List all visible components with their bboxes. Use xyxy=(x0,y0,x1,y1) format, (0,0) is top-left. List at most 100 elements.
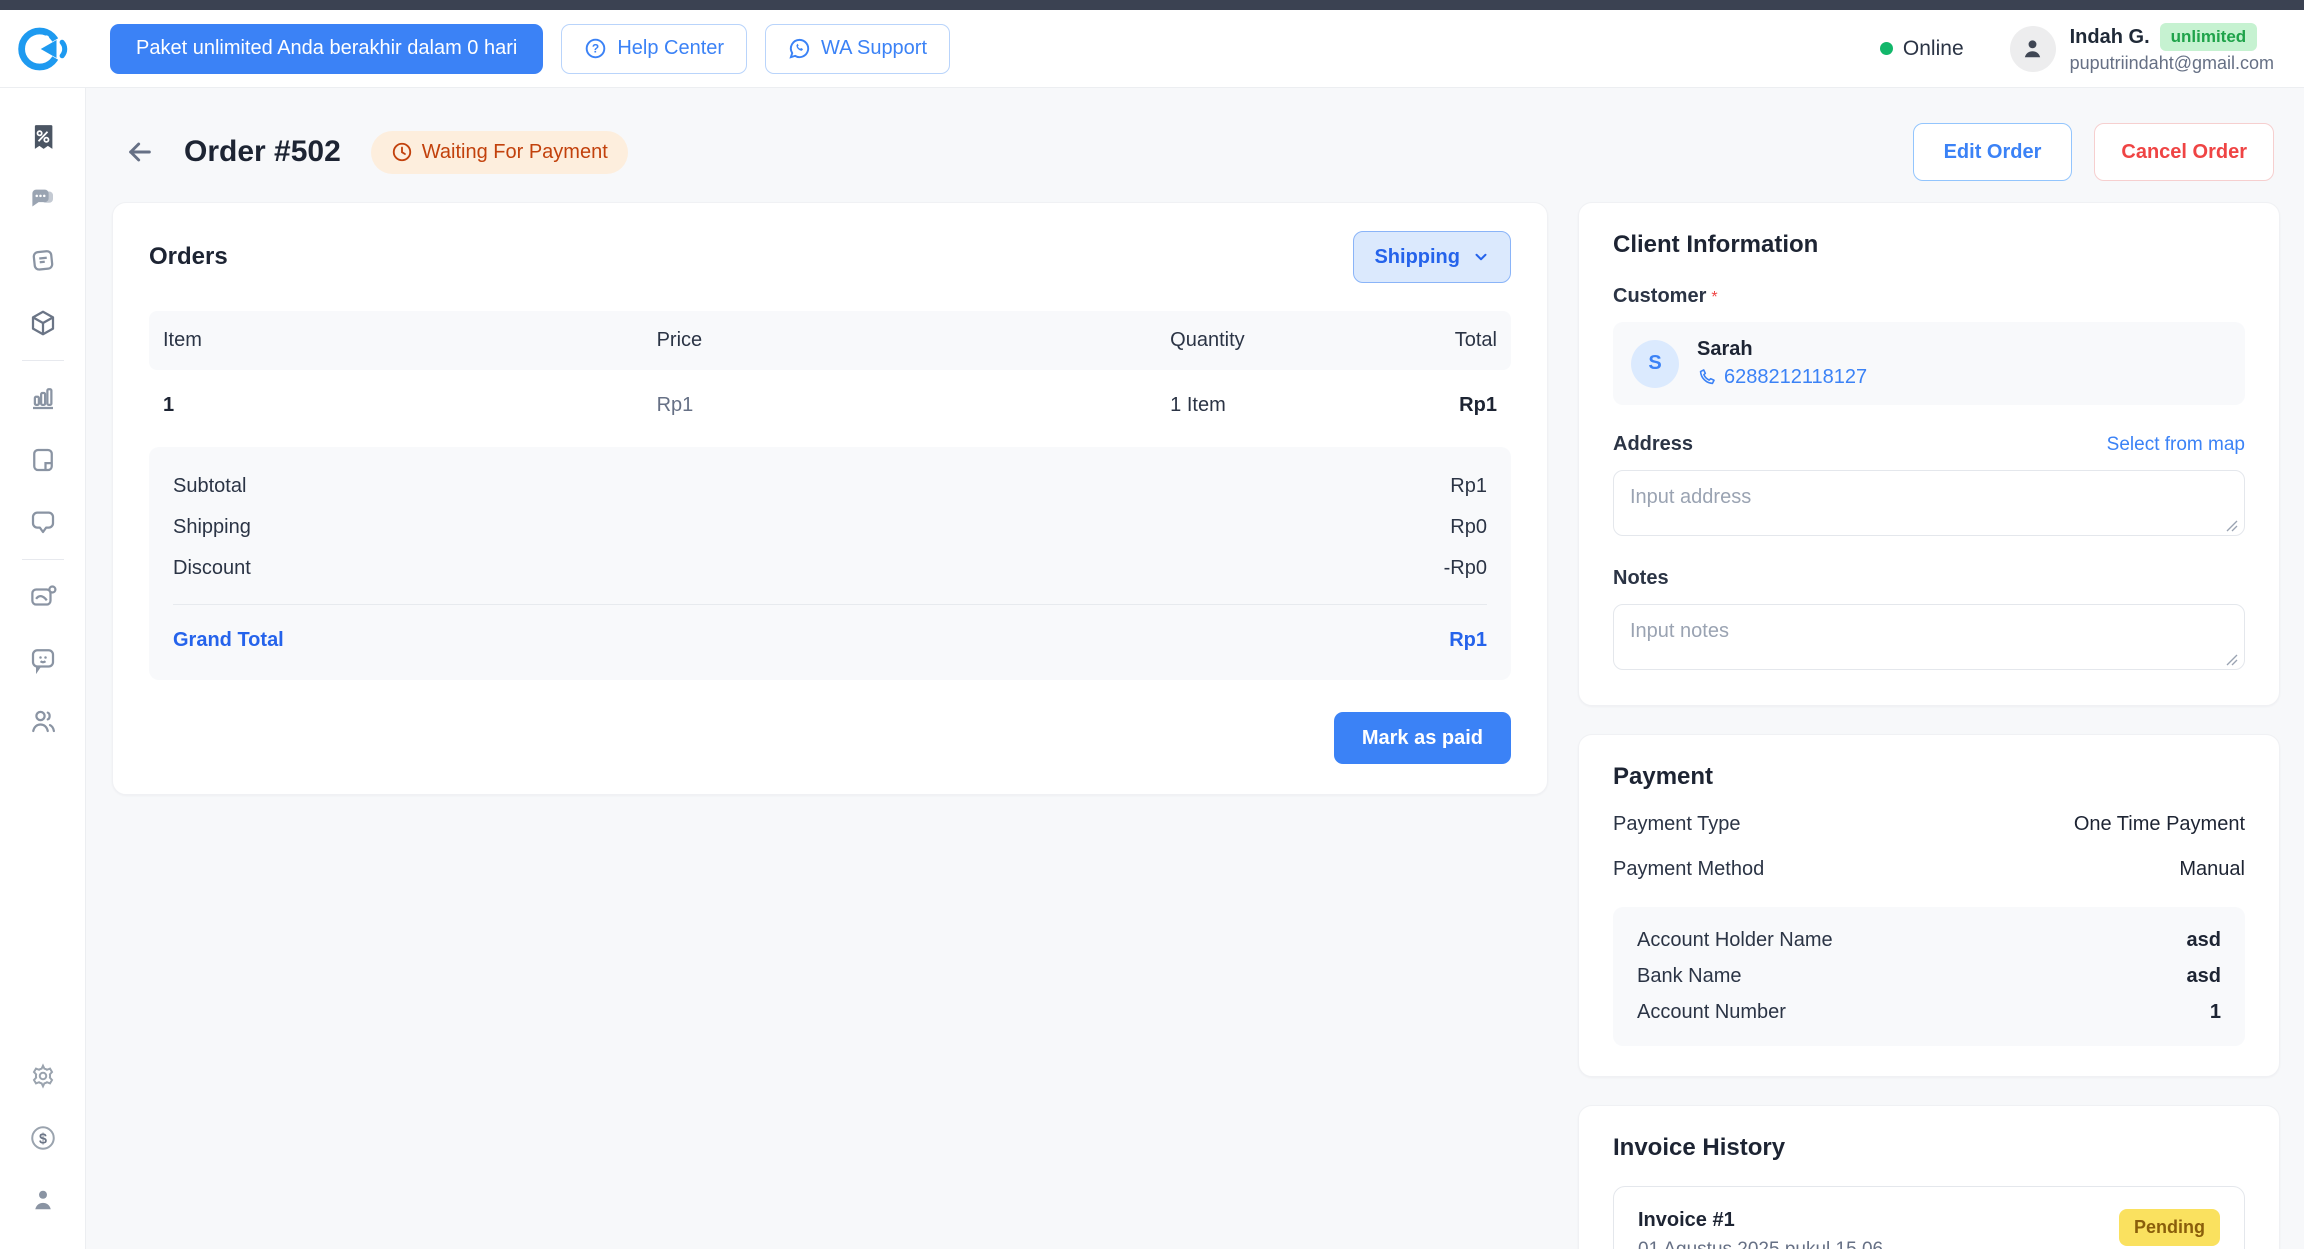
row-quantity: 1 Item xyxy=(1170,394,1363,417)
wa-support-button[interactable]: WA Support xyxy=(765,24,950,74)
payment-type-value: One Time Payment xyxy=(2074,813,2245,836)
order-detail-page: Paket unlimited Anda berakhir dalam 0 ha… xyxy=(0,0,2304,1249)
row-price: Rp1 xyxy=(657,394,1171,417)
content-columns: Orders Shipping Item Price Quantity Tota… xyxy=(112,202,2280,1249)
sidebar-item-settings[interactable] xyxy=(20,1053,66,1099)
chatbot-icon xyxy=(28,644,58,674)
shipping-dropdown[interactable]: Shipping xyxy=(1353,231,1511,283)
sidebar-item-analytics[interactable] xyxy=(20,375,66,421)
discount-icon xyxy=(28,122,58,152)
page-header: Order #502 Waiting For Payment Edit Orde… xyxy=(112,110,2280,194)
customer-avatar: S xyxy=(1631,340,1679,388)
svg-text:$: $ xyxy=(39,1131,47,1147)
online-label: Online xyxy=(1903,37,1964,61)
payment-method-label: Payment Method xyxy=(1613,858,1764,881)
page-title: Order #502 xyxy=(184,135,341,169)
contacts-icon xyxy=(28,706,58,736)
bank-name-label: Bank Name xyxy=(1637,965,1742,988)
customer-label: Customer xyxy=(1613,285,1706,307)
payment-method-value: Manual xyxy=(2179,858,2245,881)
sidebar-item-catalog[interactable] xyxy=(20,437,66,483)
sidebar-item-chat[interactable] xyxy=(20,499,66,545)
account-holder-label: Account Holder Name xyxy=(1637,929,1833,952)
payment-title: Payment xyxy=(1613,763,2245,791)
cancel-order-button[interactable]: Cancel Order xyxy=(2094,123,2274,181)
back-button[interactable] xyxy=(118,130,162,174)
window-top-strip xyxy=(0,0,2304,10)
help-icon: ? xyxy=(584,37,607,60)
help-center-button[interactable]: ? Help Center xyxy=(561,24,747,74)
sidebar-item-account[interactable] xyxy=(20,1177,66,1223)
package-icon xyxy=(28,308,58,338)
billing-icon: $ xyxy=(28,1123,58,1153)
invoice-history-title: Invoice History xyxy=(1613,1134,2245,1162)
grand-total-label: Grand Total xyxy=(173,629,284,652)
col-item: Item xyxy=(163,329,657,352)
app-logo-icon xyxy=(16,22,70,76)
customer-card[interactable]: S Sarah 6288212118127 xyxy=(1613,322,2245,405)
address-label: Address xyxy=(1613,433,1693,456)
wa-support-label: WA Support xyxy=(821,37,927,60)
subtotal-value: Rp1 xyxy=(1450,475,1487,498)
help-center-label: Help Center xyxy=(617,37,724,60)
plan-expiry-banner-button[interactable]: Paket unlimited Anda berakhir dalam 0 ha… xyxy=(110,24,543,74)
account-number-value: 1 xyxy=(2210,1001,2221,1024)
sidebar-item-notes[interactable] xyxy=(20,238,66,284)
select-from-map-link[interactable]: Select from map xyxy=(2107,434,2245,456)
address-input[interactable] xyxy=(1613,470,2245,536)
sidebar-item-chats[interactable] xyxy=(20,176,66,222)
avatar xyxy=(2010,26,2056,72)
sidebar-item-broadcast[interactable] xyxy=(20,574,66,620)
catalog-icon xyxy=(28,445,58,475)
mark-as-paid-button[interactable]: Mark as paid xyxy=(1334,712,1511,764)
subtotal-label: Subtotal xyxy=(173,475,246,498)
sidebar-divider xyxy=(22,559,64,560)
online-status: Online xyxy=(1880,37,1964,61)
customer-phone-link[interactable]: 6288212118127 xyxy=(1697,366,1867,389)
account-holder-value: asd xyxy=(2187,929,2221,952)
gear-icon xyxy=(28,1061,58,1091)
customer-phone: 6288212118127 xyxy=(1724,366,1867,389)
orders-card: Orders Shipping Item Price Quantity Tota… xyxy=(112,202,1548,795)
chats-icon xyxy=(28,184,58,214)
invoice-datetime: 01 Agustus 2025 pukul 15.06 xyxy=(1638,1239,1883,1249)
sidebar-item-contacts[interactable] xyxy=(20,698,66,744)
customer-details: Sarah 6288212118127 xyxy=(1697,338,1867,389)
summary-divider xyxy=(173,604,1487,605)
notes-icon xyxy=(28,246,58,276)
invoice-item: Invoice #1 01 Agustus 2025 pukul 15.06 P… xyxy=(1613,1186,2245,1249)
content-area: Order #502 Waiting For Payment Edit Orde… xyxy=(86,88,2304,1249)
order-summary: Subtotal Rp1 Shipping Rp0 Discount -Rp0 xyxy=(149,447,1511,680)
invoice-item-info: Invoice #1 01 Agustus 2025 pukul 15.06 xyxy=(1638,1209,1883,1249)
broadcast-icon xyxy=(28,582,58,612)
clock-icon xyxy=(391,141,413,163)
sidebar-item-chatbot[interactable] xyxy=(20,636,66,682)
notes-label: Notes xyxy=(1613,567,2245,590)
user-info: Indah G. unlimited puputriindaht@gmail.c… xyxy=(2070,23,2274,74)
status-badge: Waiting For Payment xyxy=(371,131,628,174)
app-logo[interactable] xyxy=(12,18,74,80)
user-icon xyxy=(2019,35,2046,62)
user-menu[interactable]: Indah G. unlimited puputriindaht@gmail.c… xyxy=(2010,23,2274,74)
sidebar-item-discount[interactable] xyxy=(20,114,66,160)
col-quantity: Quantity xyxy=(1170,329,1363,352)
arrow-left-icon xyxy=(124,136,156,168)
sidebar-item-billing[interactable]: $ xyxy=(20,1115,66,1161)
row-item: 1 xyxy=(163,394,657,417)
invoice-history-card: Invoice History Invoice #1 01 Agustus 20… xyxy=(1578,1105,2280,1249)
client-information-card: Client Information Customer* S Sarah xyxy=(1578,202,2280,706)
topbar: Paket unlimited Anda berakhir dalam 0 ha… xyxy=(0,10,2304,88)
sidebar: $ xyxy=(0,88,86,1249)
notes-input[interactable] xyxy=(1613,604,2245,670)
analytics-icon xyxy=(28,383,58,413)
client-information-title: Client Information xyxy=(1613,231,2245,259)
online-dot-icon xyxy=(1880,42,1893,55)
sidebar-divider xyxy=(22,360,64,361)
svg-text:?: ? xyxy=(592,42,599,56)
customer-name: Sarah xyxy=(1697,338,1867,361)
chat-bubble-icon xyxy=(28,507,58,537)
profile-icon xyxy=(28,1185,58,1215)
edit-order-button[interactable]: Edit Order xyxy=(1913,123,2073,181)
invoice-name: Invoice #1 xyxy=(1638,1209,1883,1232)
sidebar-item-orders[interactable] xyxy=(20,300,66,346)
